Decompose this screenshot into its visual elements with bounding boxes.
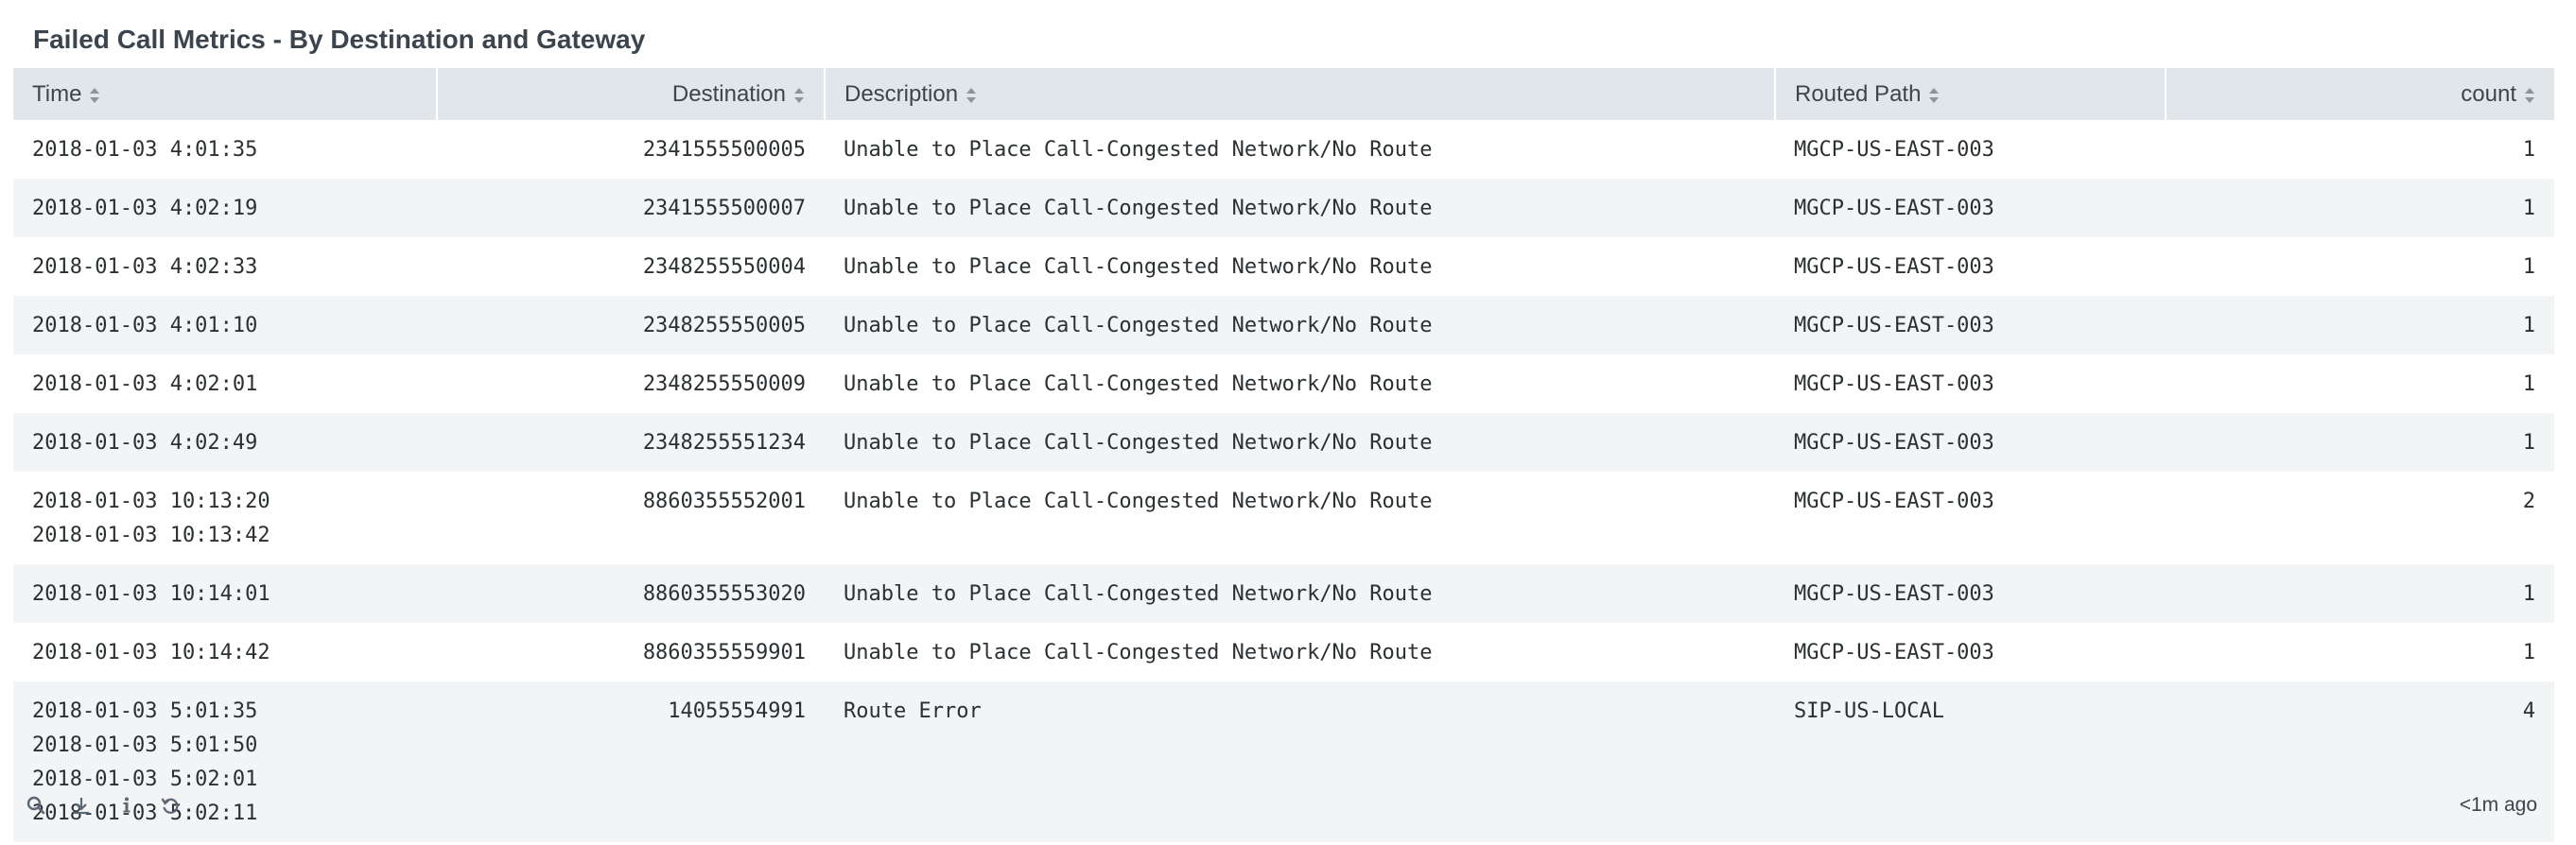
cell-routed-path[interactable]: MGCP-US-EAST-003 [1775,120,2166,179]
cell-destination[interactable]: 2348255550009 [437,354,825,413]
cell-routed-path[interactable]: MGCP-US-EAST-003 [1775,564,2166,623]
cell-routed-path[interactable]: MGCP-US-EAST-003 [1775,354,2166,413]
table-row[interactable]: 2018-01-03 4:01:35 2341555500005 Unable to… [13,120,2554,179]
column-header-label: Time [32,80,82,107]
refresh-icon[interactable] [157,792,183,819]
panel-title: Failed Call Metrics - By Destination and… [33,25,646,54]
cell-count[interactable]: 1 [2166,564,2554,623]
sort-icon[interactable] [966,84,977,104]
cell-count[interactable]: 1 [2166,237,2554,296]
cell-count[interactable]: 1 [2166,413,2554,472]
time-value: 2018-01-03 10:14:42 [32,641,270,664]
column-header-description[interactable]: Description [825,68,1776,120]
cell-count[interactable]: 1 [2166,296,2554,354]
cell-description[interactable]: Unable to Place Call-Congested Network/N… [825,179,1775,237]
time-value: 2018-01-03 10:13:42 [32,524,270,547]
time-value: 2018-01-03 10:13:20 [32,490,270,513]
column-header-count[interactable]: count [2166,68,2554,120]
time-value: 2018-01-03 4:02:33 [32,255,258,279]
download-icon[interactable] [68,792,95,819]
column-header-label: Destination [671,80,786,107]
table-row[interactable]: 2018-01-03 4:02:01 2348255550009 Unable to… [13,354,2554,413]
cell-time[interactable]: 2018-01-03 4:01:35 [13,120,437,179]
last-updated-timestamp: <1m ago [2459,794,2537,816]
cell-description[interactable]: Unable to Place Call-Congested Network/N… [825,354,1775,413]
table-row[interactable]: 2018-01-03 4:02:19 2341555500007 Unable to… [13,179,2554,237]
table-row[interactable]: 2018-01-03 4:02:49 2348255551234 Unable to… [13,413,2554,472]
cell-count[interactable]: 1 [2166,179,2554,237]
column-header-label: Routed Path [1795,80,1922,107]
table-row[interactable]: 2018-01-03 4:01:10 2348255550005 Unable to… [13,296,2554,354]
cell-time[interactable]: 2018-01-03 4:02:33 [13,237,437,296]
cell-time[interactable]: 2018-01-03 4:01:10 [13,296,437,354]
cell-count[interactable]: 1 [2166,120,2554,179]
panel-footer: <1m ago [13,788,2554,822]
sort-icon[interactable] [1928,84,1940,104]
time-value: 2018-01-03 4:02:49 [32,431,258,455]
sort-icon[interactable] [793,84,805,104]
table-header-row: Time Destination Description Routed Path… [13,68,2554,120]
cell-description[interactable]: Unable to Place Call-Congested Network/N… [825,413,1775,472]
column-header-destination[interactable]: Destination [437,68,826,120]
cell-description[interactable]: Unable to Place Call-Congested Network/N… [825,472,1775,564]
cell-destination[interactable]: 2348255550005 [437,296,825,354]
sort-icon[interactable] [2524,84,2535,104]
cell-time[interactable]: 2018-01-03 4:02:49 [13,413,437,472]
cell-time[interactable]: 2018-01-03 10:14:01 [13,564,437,623]
time-value: 2018-01-03 5:01:35 [32,699,258,723]
cell-destination[interactable]: 2341555500005 [437,120,825,179]
cell-count[interactable]: 2 [2166,472,2554,564]
time-value: 2018-01-03 4:01:10 [32,314,258,337]
cell-time[interactable]: 2018-01-03 10:14:42 [13,623,437,681]
table-row[interactable]: 2018-01-03 10:14:01 8860355553020 Unable t… [13,564,2554,623]
cell-count[interactable]: 1 [2166,354,2554,413]
sort-icon[interactable] [89,84,100,104]
cell-routed-path[interactable]: MGCP-US-EAST-003 [1775,413,2166,472]
cell-destination[interactable]: 2341555500007 [437,179,825,237]
cell-routed-path[interactable]: MGCP-US-EAST-003 [1775,472,2166,564]
cell-description[interactable]: Unable to Place Call-Congested Network/N… [825,296,1775,354]
cell-routed-path[interactable]: MGCP-US-EAST-003 [1775,296,2166,354]
cell-destination[interactable]: 8860355559901 [437,623,825,681]
column-header-label: count [2461,80,2516,107]
table-row[interactable]: 2018-01-03 10:14:42 8860355559901 Unable t… [13,623,2554,681]
column-header-routed-path[interactable]: Routed Path [1775,68,2167,120]
cell-routed-path[interactable]: MGCP-US-EAST-003 [1775,623,2166,681]
cell-count[interactable]: 1 [2166,623,2554,681]
cell-description[interactable]: Unable to Place Call-Congested Network/N… [825,237,1775,296]
info-icon[interactable] [113,792,140,819]
cell-routed-path[interactable]: MGCP-US-EAST-003 [1775,237,2166,296]
results-table: Time Destination Description Routed Path… [13,68,2554,842]
table-row[interactable]: 2018-01-03 4:02:33 2348255550004 Unable to… [13,237,2554,296]
cell-destination[interactable]: 8860355552001 [437,472,825,564]
cell-time[interactable]: 2018-01-03 4:02:01 [13,354,437,413]
cell-description[interactable]: Unable to Place Call-Congested Network/N… [825,564,1775,623]
column-header-time[interactable]: Time [13,68,438,120]
cell-destination[interactable]: 2348255551234 [437,413,825,472]
column-header-label: Description [844,80,959,107]
cell-destination[interactable]: 8860355553020 [437,564,825,623]
table-body: 2018-01-03 4:01:35 2341555500005 Unable to… [13,120,2554,842]
cell-destination[interactable]: 2348255550004 [437,237,825,296]
cell-time[interactable]: 2018-01-03 4:02:19 [13,179,437,237]
time-value: 2018-01-03 10:14:01 [32,582,270,606]
time-value: 2018-01-03 4:01:35 [32,138,258,162]
search-icon[interactable] [23,792,49,819]
cell-description[interactable]: Unable to Place Call-Congested Network/N… [825,623,1775,681]
time-value: 2018-01-03 5:01:50 [32,733,258,757]
time-value: 2018-01-03 4:02:19 [32,197,258,220]
cell-routed-path[interactable]: MGCP-US-EAST-003 [1775,179,2166,237]
time-value: 2018-01-03 4:02:01 [32,372,258,396]
cell-description[interactable]: Unable to Place Call-Congested Network/N… [825,120,1775,179]
table-row[interactable]: 2018-01-03 10:13:20 2018-01-03 10:13:42 88… [13,472,2554,564]
cell-time[interactable]: 2018-01-03 10:13:20 2018-01-03 10:13:42 [13,472,437,564]
